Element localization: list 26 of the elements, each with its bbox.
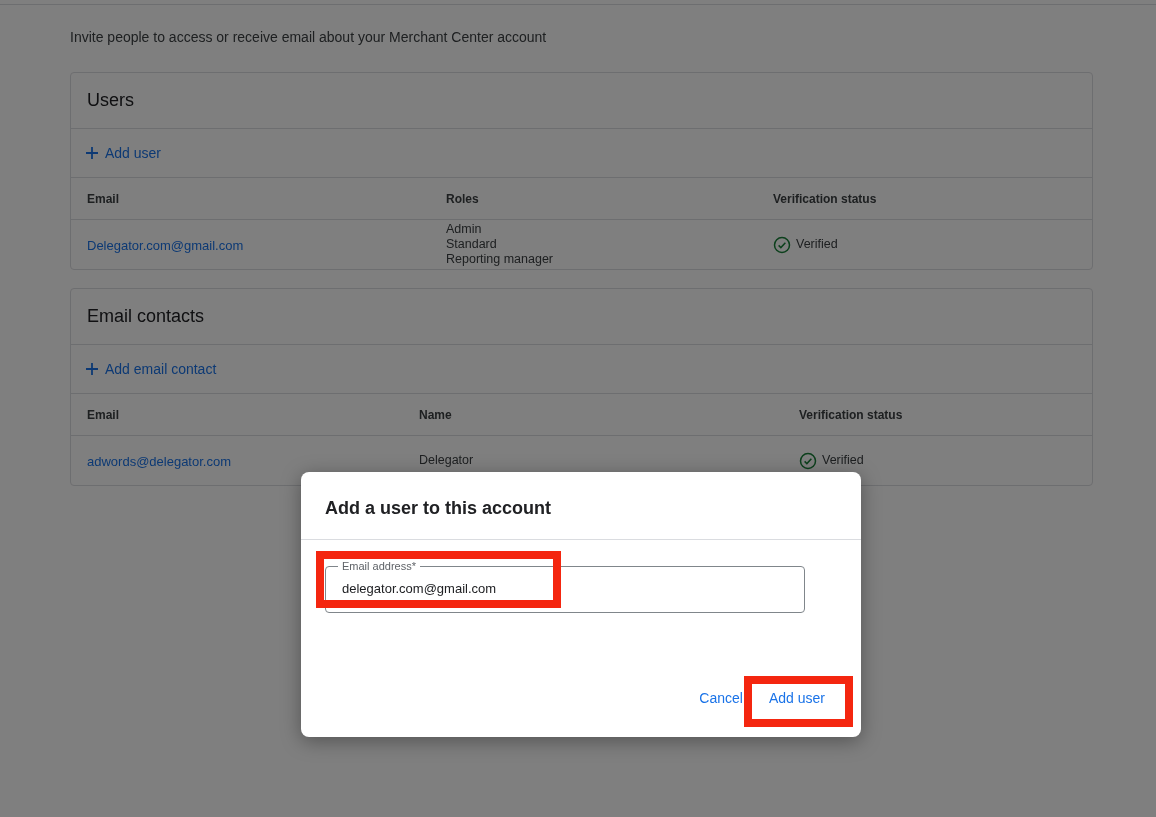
role-text: Reporting manager <box>446 252 554 267</box>
role-text: Standard <box>446 237 498 252</box>
column-header: Name <box>419 407 453 422</box>
page-subtitle: Invite people to access or receive email about your Merchant Center account <box>70 29 548 45</box>
column-header: Email <box>87 407 120 422</box>
column-header: Roles <box>446 191 480 206</box>
check-circle-icon <box>773 235 791 254</box>
add-link[interactable]: Add email contact <box>85 361 217 377</box>
column-header: Verification status <box>773 191 878 206</box>
section-title: Email contacts <box>71 289 1092 345</box>
status-text: Verified <box>796 237 838 252</box>
check-circle-icon <box>799 451 817 470</box>
status-text: Verified <box>822 453 864 468</box>
dialog-title: Add a user to this account <box>301 472 861 540</box>
email-link[interactable]: adwords@delegator.com <box>87 453 231 469</box>
role-text: Admin <box>446 222 483 237</box>
field-label: Email address* <box>338 560 420 573</box>
plus-icon <box>85 146 99 160</box>
name-text: Delegator <box>419 453 475 468</box>
column-header: Verification status <box>799 407 904 422</box>
email-link[interactable]: Delegator.com@gmail.com <box>87 237 244 253</box>
email-input[interactable]: delegator.com@gmail.com <box>342 581 788 596</box>
column-header: Email <box>87 191 120 206</box>
section-title: Users <box>71 73 1092 129</box>
add-link[interactable]: Add user <box>85 145 162 161</box>
plus-icon <box>85 362 99 376</box>
